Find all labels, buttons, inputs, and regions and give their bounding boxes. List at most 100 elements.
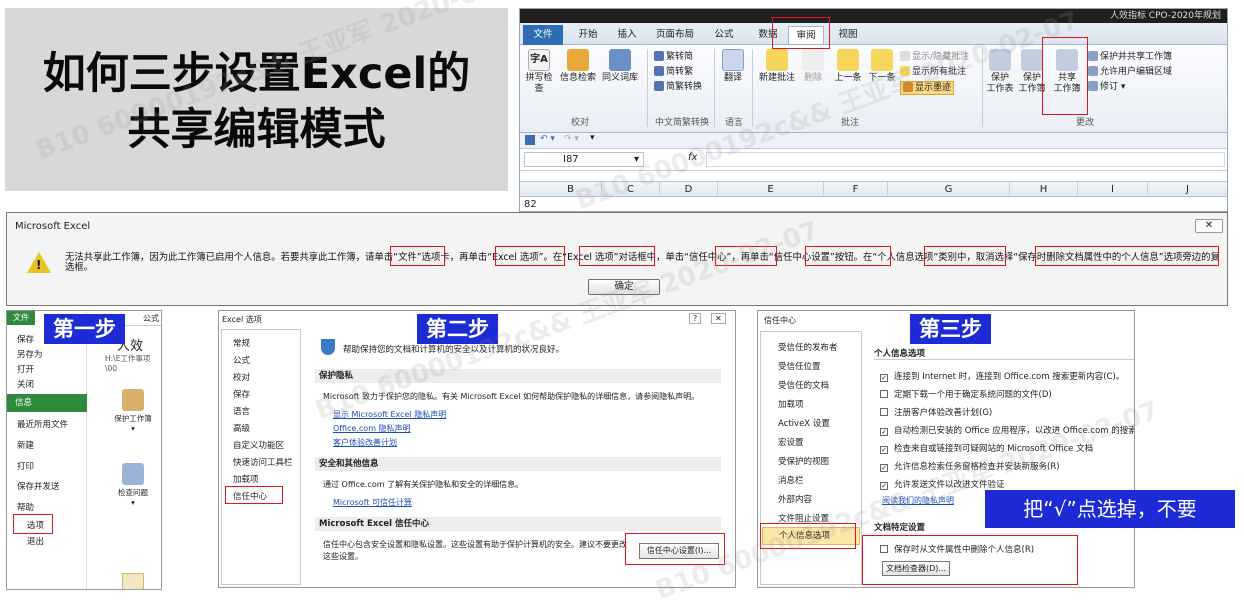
protect-sheet-button[interactable]: 保护 工作表 bbox=[985, 49, 1015, 95]
menu-print[interactable]: 打印 bbox=[17, 460, 34, 472]
protect-workbook-tile[interactable]: 保护工作簿 ▾ bbox=[107, 389, 159, 433]
column-header[interactable]: G bbox=[888, 182, 1010, 197]
allow-edit-ranges-button[interactable]: 允许用户编辑区域 bbox=[1088, 66, 1172, 78]
nav-language[interactable]: 语言 bbox=[233, 405, 250, 417]
menu-help[interactable]: 帮助 bbox=[17, 501, 34, 513]
nav-addins[interactable]: 加载项 bbox=[778, 398, 804, 410]
option-ceip[interactable]: 注册客户体验改善计划(G) bbox=[880, 406, 992, 418]
translate-button[interactable]: 翻译 bbox=[718, 49, 748, 84]
tab-page-layout[interactable]: 页面布局 bbox=[650, 26, 700, 44]
nav-protected-view[interactable]: 受保护的视图 bbox=[778, 455, 829, 467]
nav-external-content[interactable]: 外部内容 bbox=[778, 493, 812, 505]
menu-save-send[interactable]: 保存并发送 bbox=[17, 480, 60, 492]
nav-file-block[interactable]: 文件阻止设置 bbox=[778, 512, 829, 524]
tab-file[interactable]: 文件 bbox=[523, 25, 563, 45]
nav-customize-ribbon[interactable]: 自定义功能区 bbox=[233, 439, 284, 451]
column-header[interactable]: C bbox=[602, 182, 660, 197]
save-icon[interactable] bbox=[525, 135, 535, 145]
trust-center-settings-button[interactable]: 信任中心设置(I)... bbox=[639, 543, 719, 559]
tab-review[interactable]: 审阅 bbox=[788, 26, 824, 44]
menu-save[interactable]: 保存 bbox=[17, 333, 34, 345]
column-header[interactable]: H bbox=[1010, 182, 1078, 197]
checkbox[interactable] bbox=[880, 390, 888, 398]
row-header[interactable]: 82 bbox=[524, 199, 537, 210]
nav-general[interactable]: 常规 bbox=[233, 337, 250, 349]
protect-workbook-button[interactable]: 保护 工作簿 bbox=[1017, 49, 1047, 95]
nav-activex[interactable]: ActiveX 设置 bbox=[778, 417, 830, 429]
option-connect-office[interactable]: ✓ 连接到 Internet 时，连接到 Office.com 搜索更新内容(C)… bbox=[880, 370, 1124, 382]
column-header[interactable]: F bbox=[824, 182, 888, 197]
menu-save-as[interactable]: 另存为 bbox=[17, 348, 43, 360]
prev-comment-button[interactable]: 上一条 bbox=[832, 49, 864, 84]
option-detect-apps[interactable]: ✓ 自动检测已安装的 Office 应用程序，以改进 Office.com 的搜索… bbox=[880, 424, 1134, 436]
show-ink-button[interactable]: 显示墨迹 bbox=[900, 81, 955, 95]
menu-recent[interactable]: 最近所用文件 bbox=[17, 418, 68, 430]
nav-macro[interactable]: 宏设置 bbox=[778, 436, 804, 448]
formulas-tab[interactable]: 公式 bbox=[143, 313, 159, 324]
column-header[interactable]: D bbox=[660, 182, 718, 197]
thesaurus-button[interactable]: 同义词库 bbox=[600, 49, 640, 84]
nav-trusted-locations[interactable]: 受信任位置 bbox=[778, 360, 821, 372]
protect-share-button[interactable]: 保护并共享工作簿 bbox=[1088, 51, 1172, 63]
track-changes-button[interactable]: 修订 ▾ bbox=[1088, 81, 1125, 93]
formula-input[interactable] bbox=[706, 152, 1225, 167]
redo-icon[interactable]: ↷ ▾ bbox=[564, 134, 579, 144]
name-box[interactable]: I87 ▾ bbox=[524, 152, 644, 167]
menu-info[interactable]: 信息 bbox=[7, 394, 87, 412]
share-workbook-button[interactable]: 共享 工作簿 bbox=[1050, 49, 1084, 95]
to-simp-button[interactable]: 简转繁 bbox=[654, 66, 693, 78]
nav-trusted-documents[interactable]: 受信任的文档 bbox=[778, 379, 829, 391]
undo-icon[interactable]: ↶ ▾ bbox=[540, 134, 555, 144]
tab-home[interactable]: 开始 bbox=[570, 26, 606, 44]
next-comment-button[interactable]: 下一条 bbox=[866, 49, 898, 84]
menu-open[interactable]: 打开 bbox=[17, 363, 34, 375]
checkbox[interactable] bbox=[880, 545, 888, 553]
link-ceip[interactable]: 客户体验改善计划 bbox=[333, 437, 397, 448]
option-suspicious-sites[interactable]: ✓ 检查来自或链接到可疑网站的 Microsoft Office 文档 bbox=[880, 442, 1093, 454]
checkbox[interactable] bbox=[880, 408, 888, 416]
tab-formulas[interactable]: 公式 bbox=[708, 26, 740, 44]
convert-button[interactable]: 简繁转换 bbox=[654, 81, 702, 93]
menu-new[interactable]: 新建 bbox=[17, 439, 34, 451]
check-issues-tile[interactable]: 检查问题 ▾ bbox=[107, 463, 159, 507]
close-icon[interactable]: ✕ bbox=[1195, 219, 1223, 233]
nav-trust-center[interactable]: 信任中心 bbox=[233, 490, 267, 502]
column-header[interactable]: E bbox=[718, 182, 824, 197]
tab-insert[interactable]: 插入 bbox=[610, 26, 644, 44]
menu-close[interactable]: 关闭 bbox=[17, 378, 34, 390]
nav-message-bar[interactable]: 消息栏 bbox=[778, 474, 804, 486]
nav-proofing[interactable]: 校对 bbox=[233, 371, 250, 383]
nav-addins[interactable]: 加载项 bbox=[233, 473, 259, 485]
link-office-privacy[interactable]: Office.com 隐私声明 bbox=[333, 423, 411, 434]
link-excel-privacy[interactable]: 显示 Microsoft Excel 隐私声明 bbox=[333, 409, 446, 420]
link-privacy-statement[interactable]: 阅读我们的隐私声明 bbox=[882, 495, 954, 506]
option-remove-personal-info[interactable]: 保存时从文件属性中删除个人信息(R) bbox=[880, 543, 1034, 555]
nav-privacy-options[interactable]: 个人信息选项 bbox=[762, 527, 860, 545]
checkbox[interactable]: ✓ bbox=[880, 446, 888, 454]
checkbox[interactable]: ✓ bbox=[880, 464, 888, 472]
nav-advanced[interactable]: 高级 bbox=[233, 422, 250, 434]
spell-check-button[interactable]: 字A 拼写检查 bbox=[522, 49, 556, 95]
document-inspector-button[interactable]: 文档检查器(D)... bbox=[882, 561, 950, 576]
column-header[interactable]: B bbox=[540, 182, 602, 197]
qat-customize-icon[interactable]: ▾ bbox=[590, 133, 595, 143]
nav-save[interactable]: 保存 bbox=[233, 388, 250, 400]
menu-exit[interactable]: 退出 bbox=[27, 535, 44, 547]
delete-comment-button[interactable]: 删除 bbox=[800, 49, 826, 84]
checkbox[interactable]: ✓ bbox=[880, 482, 888, 490]
tab-data[interactable]: 数据 bbox=[752, 26, 784, 44]
ok-button[interactable]: 确定 bbox=[588, 279, 660, 295]
file-tab[interactable]: 文件 bbox=[7, 311, 35, 325]
to-trad-button[interactable]: 繁转简 bbox=[654, 51, 693, 63]
option-file-validation[interactable]: ✓ 允许发送文件以改进文件验证 bbox=[880, 478, 1005, 490]
show-hide-comment-button[interactable]: 显示/隐藏批注 bbox=[900, 51, 969, 63]
column-header[interactable]: J bbox=[1148, 182, 1227, 197]
nav-trusted-publishers[interactable]: 受信任的发布者 bbox=[778, 341, 838, 353]
nav-formulas[interactable]: 公式 bbox=[233, 354, 250, 366]
show-all-comments-button[interactable]: 显示所有批注 bbox=[900, 66, 966, 78]
tab-view[interactable]: 视图 bbox=[832, 26, 864, 44]
help-icon[interactable]: ? bbox=[689, 313, 702, 324]
new-comment-button[interactable]: 新建批注 bbox=[756, 49, 798, 84]
option-research-pane[interactable]: ✓ 允许信息检索任务窗格检查并安装新服务(R) bbox=[880, 460, 1060, 472]
fx-icon[interactable]: fx bbox=[688, 152, 697, 163]
